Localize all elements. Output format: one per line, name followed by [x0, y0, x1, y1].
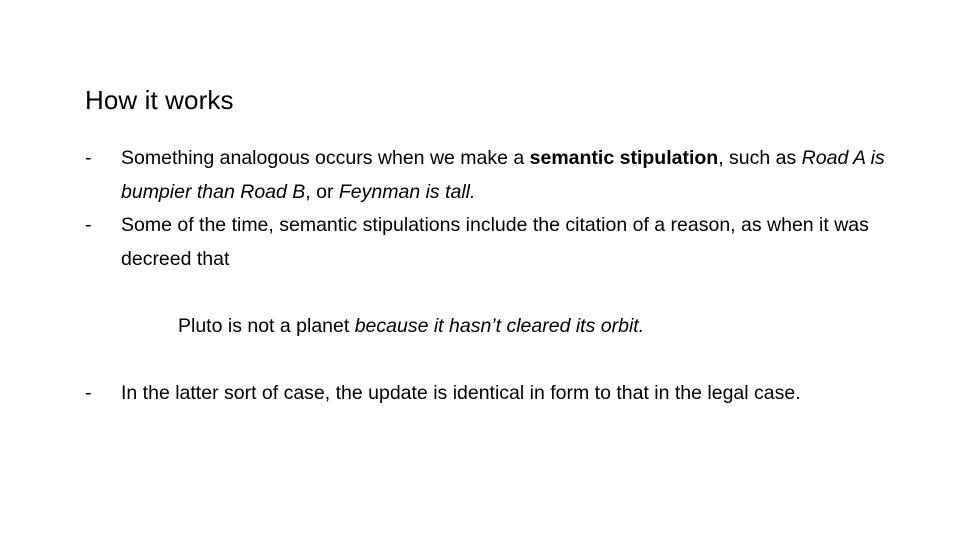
list-item: - Something analogous occurs when we mak… — [85, 142, 885, 209]
page-title: How it works — [85, 85, 234, 116]
bullet-marker: - — [85, 214, 92, 236]
bullet-text: Some of the time, semantic stipulations … — [121, 214, 869, 270]
bullet-list-top: - Something analogous occurs when we mak… — [85, 142, 885, 276]
bullet-list-bottom: - In the latter sort of case, the update… — [85, 377, 885, 411]
bullet-text: In the latter sort of case, the update i… — [121, 381, 801, 404]
slide-body: - Something analogous occurs when we mak… — [85, 142, 885, 410]
slide-canvas: How it works - Something analogous occur… — [0, 0, 960, 540]
list-item: - In the latter sort of case, the update… — [85, 377, 885, 411]
bullet-text: Something analogous occurs when we make … — [121, 147, 885, 203]
bullet-marker: - — [85, 381, 92, 404]
quote-text: Pluto is not a planet because it hasn’t … — [178, 314, 645, 337]
list-item: - Some of the time, semantic stipulation… — [85, 209, 885, 276]
bullet-marker: - — [85, 147, 92, 169]
